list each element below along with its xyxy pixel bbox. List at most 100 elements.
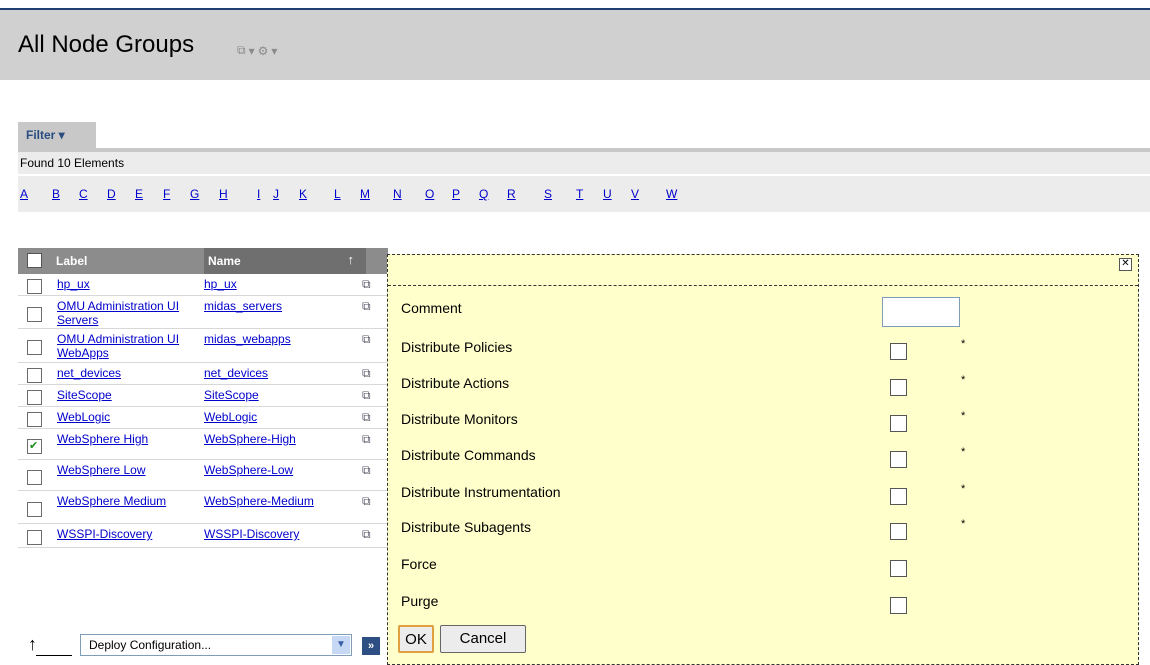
header-icons: ⧉ ▾ ⚙ ▾ <box>237 43 277 58</box>
comment-input[interactable] <box>882 297 960 327</box>
view-icon[interactable]: ⧉ <box>237 43 246 58</box>
row-name-link[interactable]: midas_servers <box>204 299 364 313</box>
row-name-link[interactable]: WebLogic <box>204 410 364 424</box>
row-name-link[interactable]: net_devices <box>204 366 364 380</box>
required-mark: * <box>961 518 966 530</box>
letter-link[interactable]: R <box>507 187 516 201</box>
row-label-link[interactable]: SiteScope <box>57 388 207 402</box>
row-label-link[interactable]: OMU Administration UI WebApps <box>57 332 207 360</box>
filter-bar: Filter ▾ <box>18 122 1150 152</box>
letter-link[interactable]: O <box>425 187 434 201</box>
go-button[interactable]: » <box>362 637 380 655</box>
row-label-link[interactable]: WebLogic <box>57 410 207 424</box>
table-row: SiteScope SiteScope ⧉ <box>18 385 388 407</box>
row-checkbox[interactable] <box>27 368 42 383</box>
action-select[interactable]: Deploy Configuration... ▼ <box>80 634 352 656</box>
row-checkbox[interactable] <box>27 530 42 545</box>
option-checkbox[interactable] <box>890 560 907 577</box>
close-icon[interactable]: ✕ <box>1119 258 1132 271</box>
row-label-link[interactable]: WebSphere Medium <box>57 494 207 508</box>
row-checkbox[interactable] <box>27 390 42 405</box>
letter-link[interactable]: G <box>190 187 199 201</box>
row-label-link[interactable]: net_devices <box>57 366 207 380</box>
letter-link[interactable]: A <box>20 187 28 201</box>
row-label-link[interactable]: OMU Administration UI Servers <box>57 299 207 327</box>
row-label-link[interactable]: WebSphere High <box>57 432 207 446</box>
row-label-link[interactable]: WSSPI-Discovery <box>57 527 207 541</box>
row-detail-icon[interactable]: ⧉ <box>362 463 371 478</box>
row-checkbox[interactable] <box>27 279 42 294</box>
row-name-link[interactable]: SiteScope <box>204 388 364 402</box>
letter-link[interactable]: Q <box>479 187 488 201</box>
option-checkbox[interactable] <box>890 343 907 360</box>
letter-link[interactable]: V <box>631 187 639 201</box>
letter-link[interactable]: F <box>163 187 170 201</box>
letter-link[interactable]: T <box>576 187 583 201</box>
letter-link[interactable]: I <box>257 187 260 201</box>
filter-tab[interactable]: Filter ▾ <box>18 122 96 148</box>
option-label: Distribute Actions <box>401 375 510 391</box>
row-label-link[interactable]: hp_ux <box>57 277 207 291</box>
deploy-config-dialog: ✕ Comment Distribute Policies * Distribute… <box>387 254 1139 665</box>
cancel-button[interactable]: Cancel <box>440 625 526 653</box>
chevron-down-icon[interactable]: ▾ <box>271 44 277 58</box>
row-detail-icon[interactable]: ⧉ <box>362 277 371 292</box>
row-name-link[interactable]: WSSPI-Discovery <box>204 527 364 541</box>
table-row: WebSphere HighWebSphere-High⧉ <box>18 429 388 460</box>
letter-link[interactable]: W <box>666 187 677 201</box>
row-detail-icon[interactable]: ⧉ <box>362 299 371 314</box>
letter-link[interactable]: E <box>135 187 143 201</box>
letter-link[interactable]: S <box>544 187 552 201</box>
column-header-name[interactable]: Name ↑ <box>204 248 366 274</box>
dialog-divider <box>388 285 1138 286</box>
letter-link[interactable]: J <box>273 187 279 201</box>
table-row: WebSphere Low WebSphere-Low ⧉ <box>18 460 388 491</box>
gear-icon[interactable]: ⚙ <box>258 44 269 58</box>
chevron-down-icon[interactable]: ▾ <box>249 44 255 58</box>
row-detail-icon[interactable]: ⧉ <box>362 410 371 425</box>
table-header: Label Name ↑ <box>18 248 388 274</box>
letter-link[interactable]: H <box>219 187 228 201</box>
row-checkbox[interactable] <box>27 340 42 355</box>
row-checkbox[interactable] <box>27 412 42 427</box>
row-detail-icon[interactable]: ⧉ <box>362 332 371 347</box>
row-detail-icon[interactable]: ⧉ <box>362 388 371 403</box>
row-name-link[interactable]: WebSphere-Low <box>204 463 364 477</box>
ok-button[interactable]: OK <box>398 625 434 653</box>
option-checkbox[interactable] <box>890 451 907 468</box>
action-select-value: Deploy Configuration... <box>89 638 212 652</box>
comment-label: Comment <box>401 300 462 316</box>
row-detail-icon[interactable]: ⧉ <box>362 366 371 381</box>
option-checkbox[interactable] <box>890 379 907 396</box>
row-detail-icon[interactable]: ⧉ <box>362 432 371 447</box>
row-checkbox[interactable] <box>27 307 42 322</box>
option-checkbox[interactable] <box>890 597 907 614</box>
row-checkbox[interactable] <box>27 439 42 454</box>
row-name-link[interactable]: WebSphere-High <box>204 432 364 446</box>
row-label-link[interactable]: WebSphere Low <box>57 463 207 477</box>
letter-link[interactable]: P <box>452 187 460 201</box>
option-checkbox[interactable] <box>890 415 907 432</box>
row-detail-icon[interactable]: ⧉ <box>362 527 371 542</box>
chevron-down-icon: ▼ <box>332 636 350 654</box>
table-footer: ↑ Deploy Configuration... ▼ » <box>18 625 388 665</box>
option-label: Distribute Commands <box>401 447 536 463</box>
option-checkbox[interactable] <box>890 488 907 505</box>
letter-link[interactable]: U <box>603 187 612 201</box>
column-header-label[interactable]: Label <box>56 254 87 268</box>
letter-link[interactable]: L <box>334 187 341 201</box>
letter-link[interactable]: N <box>393 187 402 201</box>
row-detail-icon[interactable]: ⧉ <box>362 494 371 509</box>
letter-link[interactable]: K <box>299 187 307 201</box>
letter-link[interactable]: M <box>360 187 370 201</box>
row-name-link[interactable]: WebSphere-Medium <box>204 494 364 508</box>
option-checkbox[interactable] <box>890 523 907 540</box>
row-checkbox[interactable] <box>27 470 42 485</box>
letter-link[interactable]: D <box>107 187 116 201</box>
letter-link[interactable]: B <box>52 187 60 201</box>
row-name-link[interactable]: midas_webapps <box>204 332 364 346</box>
select-all-checkbox[interactable] <box>27 253 42 268</box>
row-name-link[interactable]: hp_ux <box>204 277 364 291</box>
row-checkbox[interactable] <box>27 502 42 517</box>
letter-link[interactable]: C <box>79 187 88 201</box>
